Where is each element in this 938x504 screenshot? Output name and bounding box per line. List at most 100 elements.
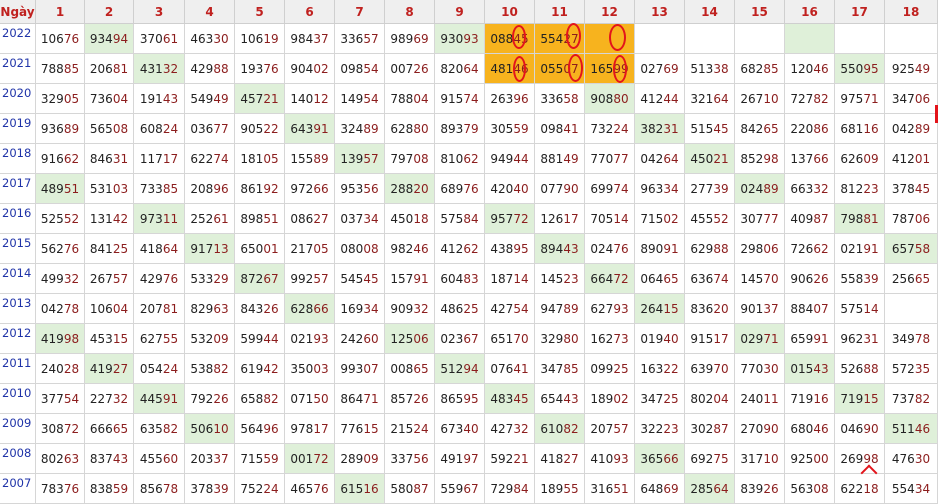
result-cell: 27090 <box>735 414 785 444</box>
result-cell: 94944 <box>485 144 535 174</box>
result-cell: 08008 <box>335 234 385 264</box>
result-cell: 91662 <box>36 144 85 174</box>
result-cell: 77077 <box>585 144 635 174</box>
result-cell: 46330 <box>185 24 235 54</box>
row-year-label[interactable]: 2020 <box>0 84 36 114</box>
row-year-label[interactable]: 2009 <box>0 414 36 444</box>
column-header-day-14: 14 <box>685 0 735 24</box>
result-cell: 90402 <box>285 54 335 84</box>
result-cell: 37839 <box>185 474 235 504</box>
row-year-label[interactable]: 2018 <box>0 144 36 174</box>
result-cell: 12046 <box>785 54 835 84</box>
result-cell: 22086 <box>785 114 835 144</box>
result-cell: 92500 <box>785 444 835 474</box>
result-cell: 68976 <box>435 174 485 204</box>
result-cell: 66665 <box>85 414 134 444</box>
row-year-label[interactable]: 2008 <box>0 444 36 474</box>
result-cell: 73782 <box>885 384 938 414</box>
result-cell: 44591 <box>134 384 185 414</box>
row-year-label[interactable]: 2017 <box>0 174 36 204</box>
row-year-label[interactable]: 2007 <box>0 474 36 504</box>
result-cell: 79708 <box>385 144 435 174</box>
result-cell: 54545 <box>335 264 385 294</box>
result-cell: 06465 <box>635 264 685 294</box>
red-circle-marker <box>609 24 626 51</box>
result-cell: 41927 <box>85 354 134 384</box>
result-cell: 64869 <box>635 474 685 504</box>
result-cell: 30872 <box>36 414 85 444</box>
result-cell: 63582 <box>134 414 185 444</box>
result-cell: 45721 <box>235 84 285 114</box>
result-cell: 16273 <box>585 324 635 354</box>
result-cell: 28909 <box>335 444 385 474</box>
row-year-label[interactable]: 2015 <box>0 234 36 264</box>
result-cell: 08627 <box>285 204 335 234</box>
row-year-label[interactable]: 2013 <box>0 294 36 324</box>
result-cell: 50610 <box>185 414 235 444</box>
result-cell: 31710 <box>735 444 785 474</box>
result-cell: 97817 <box>285 414 335 444</box>
result-cell: 90932 <box>385 294 435 324</box>
result-cell: 51545 <box>685 114 735 144</box>
column-header-day-6: 6 <box>285 0 335 24</box>
result-cell: 89091 <box>635 234 685 264</box>
result-cell: 30777 <box>735 204 785 234</box>
red-circle-marker <box>566 23 581 49</box>
column-header-day-18: 18 <box>885 0 938 24</box>
result-cell: 63674 <box>685 264 735 294</box>
result-cell: 88407 <box>785 294 835 324</box>
result-cell: 34978 <box>885 324 938 354</box>
result-cell: 41864 <box>134 234 185 264</box>
column-header-day-16: 16 <box>785 0 835 24</box>
result-cell: 51338 <box>685 54 735 84</box>
result-cell: 13142 <box>85 204 134 234</box>
result-cell: 28820 <box>385 174 435 204</box>
result-cell: 26757 <box>85 264 134 294</box>
result-cell: 79881 <box>835 204 885 234</box>
result-cell: 86595 <box>435 384 485 414</box>
row-year-label[interactable]: 2012 <box>0 324 36 354</box>
result-cell: 95772 <box>485 204 535 234</box>
result-cell: 90137 <box>735 294 785 324</box>
result-cell: 00172 <box>285 444 335 474</box>
row-year-label[interactable]: 2016 <box>0 204 36 234</box>
result-cell: 11717 <box>134 144 185 174</box>
result-cell: 48951 <box>36 174 85 204</box>
result-cell: 72782 <box>785 84 835 114</box>
result-cell: 84326 <box>235 294 285 324</box>
result-cell: 96334 <box>635 174 685 204</box>
result-cell: 65001 <box>235 234 285 264</box>
result-cell: 33657 <box>335 24 385 54</box>
row-year-label[interactable]: 2014 <box>0 264 36 294</box>
row-year-label[interactable]: 2021 <box>0 54 36 84</box>
result-cell: 62793 <box>585 294 635 324</box>
result-cell: 38231 <box>635 114 685 144</box>
result-cell: 22732 <box>85 384 134 414</box>
result-cell: 80263 <box>36 444 85 474</box>
result-cell: 41262 <box>435 234 485 264</box>
result-cell: 57514 <box>835 294 885 324</box>
row-year-label[interactable]: 2019 <box>0 114 36 144</box>
result-cell: 32489 <box>335 114 385 144</box>
result-cell: 80204 <box>685 384 735 414</box>
result-cell: 02971 <box>735 324 785 354</box>
result-cell: 26710 <box>735 84 785 114</box>
result-cell: 37754 <box>36 384 85 414</box>
row-year-label[interactable]: 2022 <box>0 24 36 54</box>
result-cell: 31651 <box>585 474 635 504</box>
result-cell: 90522 <box>235 114 285 144</box>
row-year-label[interactable]: 2010 <box>0 384 36 414</box>
result-cell: 42040 <box>485 174 535 204</box>
column-header-day-1: 1 <box>36 0 85 24</box>
result-cell: 49932 <box>36 264 85 294</box>
result-cell: 86192 <box>235 174 285 204</box>
result-cell: 14570 <box>735 264 785 294</box>
result-cell: 56508 <box>85 114 134 144</box>
result-cell: 63970 <box>685 354 735 384</box>
result-cell: 62218 <box>835 474 885 504</box>
result-cell: 83859 <box>85 474 134 504</box>
result-cell: 48146 <box>485 54 535 84</box>
column-header-day-3: 3 <box>134 0 185 24</box>
column-header-day-4: 4 <box>185 0 235 24</box>
row-year-label[interactable]: 2011 <box>0 354 36 384</box>
